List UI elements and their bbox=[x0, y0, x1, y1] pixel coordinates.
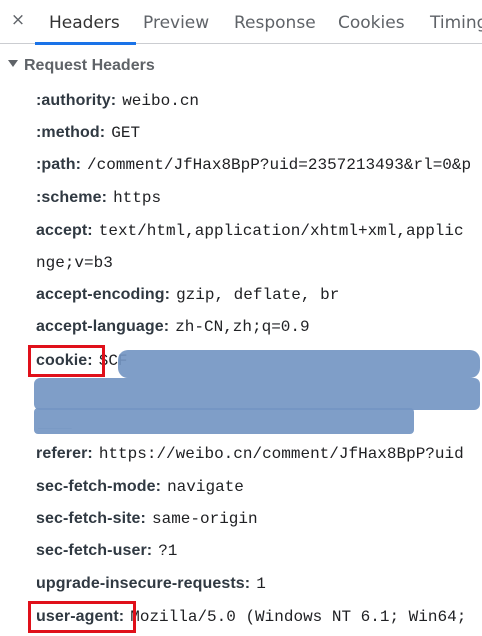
tab-headers[interactable]: Headers bbox=[35, 0, 136, 45]
header-value: gzip, deflate, br bbox=[176, 286, 340, 304]
redaction-overlay bbox=[34, 378, 480, 410]
header-name: accept-encoding: bbox=[36, 286, 171, 303]
header-name: referer: bbox=[36, 445, 93, 462]
header-name: upgrade-insecure-requests: bbox=[36, 575, 251, 592]
user-agent-highlight-box bbox=[28, 601, 136, 633]
header-name: :path: bbox=[36, 156, 82, 173]
header-row-accept-language: accept-language: zh-CN,zh;q=0.9 bbox=[36, 316, 310, 338]
header-row-upgrade-insecure-requests: upgrade-insecure-requests: 1 bbox=[36, 573, 266, 595]
header-row-method: :method: GET bbox=[36, 122, 140, 144]
header-value: /comment/JfHax8BpP?uid=2357213493&rl=0&p bbox=[87, 156, 472, 174]
panel-tab-bar: × Headers Preview Response Cookies Timin… bbox=[0, 0, 482, 45]
header-value: same-origin bbox=[151, 510, 258, 528]
header-name: sec-fetch-mode: bbox=[36, 478, 162, 495]
header-name: accept: bbox=[36, 222, 93, 239]
header-name: :scheme: bbox=[36, 189, 108, 206]
header-value: text/html,application/xhtml+xml,applic bbox=[98, 222, 464, 240]
tab-response[interactable]: Response bbox=[234, 0, 316, 44]
header-row-authority: :authority: weibo.cn bbox=[36, 90, 199, 112]
header-row-sec-fetch-mode: sec-fetch-mode: navigate bbox=[36, 476, 244, 498]
tab-cookies[interactable]: Cookies bbox=[338, 0, 405, 44]
caret-down-icon bbox=[8, 60, 18, 68]
header-name: sec-fetch-user: bbox=[36, 542, 153, 559]
redaction-overlay bbox=[34, 408, 414, 434]
header-name: :method: bbox=[36, 124, 106, 141]
header-name: sec-fetch-site: bbox=[36, 510, 146, 527]
header-value: zh-CN,zh;q=0.9 bbox=[175, 318, 310, 336]
request-headers-section-toggle[interactable]: Request Headers bbox=[8, 55, 155, 77]
tab-preview[interactable]: Preview bbox=[143, 0, 209, 44]
header-value: GET bbox=[111, 124, 141, 142]
header-row-sec-fetch-user: sec-fetch-user: ?1 bbox=[36, 540, 177, 562]
redaction-overlay bbox=[118, 350, 480, 378]
header-value: navigate bbox=[167, 478, 244, 496]
header-value: weibo.cn bbox=[122, 92, 200, 110]
header-value: Mozilla/5.0 (Windows NT 6.1; Win64; bbox=[130, 608, 467, 626]
cookie-highlight-box bbox=[28, 345, 105, 377]
header-value: https://weibo.cn/comment/JfHax8BpP?uid bbox=[98, 445, 464, 463]
header-value-continuation: nge;v=b3 bbox=[36, 254, 113, 272]
header-row-path: :path: /comment/JfHax8BpP?uid=2357213493&… bbox=[36, 154, 471, 176]
header-row-referer: referer: https://weibo.cn/comment/JfHax8B… bbox=[36, 443, 464, 465]
header-value: https bbox=[113, 189, 162, 207]
header-row-sec-fetch-site: sec-fetch-site: same-origin bbox=[36, 508, 258, 530]
header-name: accept-language: bbox=[36, 318, 170, 335]
header-name: :authority: bbox=[36, 92, 117, 109]
header-row-scheme: :scheme: https bbox=[36, 187, 161, 209]
header-value: ?1 bbox=[158, 542, 178, 560]
close-icon[interactable]: × bbox=[8, 9, 28, 31]
header-row-accept-encoding: accept-encoding: gzip, deflate, br bbox=[36, 284, 339, 306]
header-row-accept: accept: text/html,application/xhtml+xml,a… bbox=[36, 220, 464, 242]
tab-timing[interactable]: Timing bbox=[430, 0, 482, 44]
section-title: Request Headers bbox=[24, 57, 155, 74]
header-value: 1 bbox=[256, 575, 266, 593]
